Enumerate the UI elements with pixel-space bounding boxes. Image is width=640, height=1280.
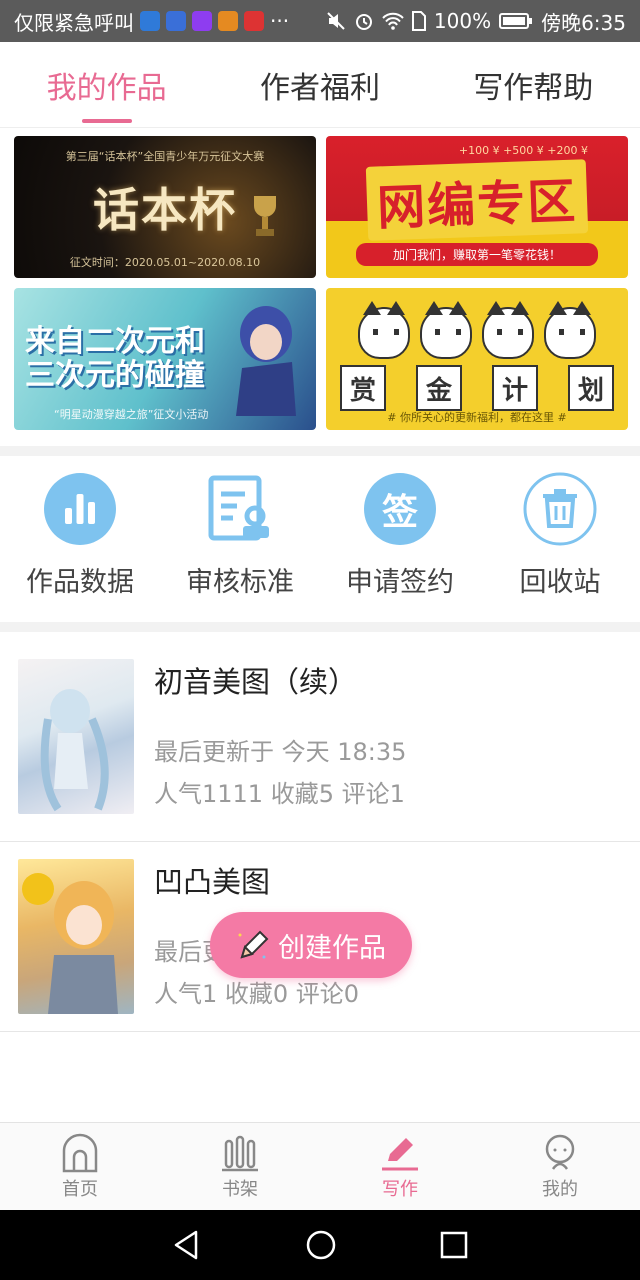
tab-label: 我的作品: [46, 70, 167, 106]
section-divider: [0, 622, 640, 632]
nav-label: 我的: [542, 1178, 578, 1200]
pen-icon: [382, 1137, 418, 1170]
banner-title: 话本杯: [93, 183, 237, 237]
banner-title-char: 金: [416, 365, 462, 411]
banner-title-chars: 赏 金 计 划: [340, 365, 614, 411]
more-notifications: ···: [270, 9, 290, 33]
pencil-icon: [238, 930, 269, 959]
alarm-icon: [354, 11, 374, 31]
work-stats: 人气1 收藏0 评论0: [154, 979, 360, 1008]
banner-subtitle: 第三届“话本杯”全国青少年万元征文大赛: [65, 150, 265, 163]
cat-illustrations: [358, 301, 596, 359]
system-navigation-bar: [0, 1210, 640, 1280]
app-screen: 仅限紧急呼叫 ··· 100% 傍晚6:35 我的作品 作者福利 写作帮助 第三…: [0, 0, 640, 1280]
entry-apply-contract[interactable]: 签 申请签约: [320, 456, 480, 622]
work-cover-image: [18, 859, 134, 1014]
banner-title: 网编专区: [365, 159, 589, 241]
work-title: 凹凸美图: [154, 864, 271, 899]
tab-writing-help[interactable]: 写作帮助: [427, 42, 640, 127]
trophy-icon: [254, 196, 276, 236]
nav-label: 首页: [62, 1178, 98, 1200]
cat-icon: [358, 301, 410, 359]
nav-label: 书架: [222, 1178, 258, 1200]
work-stats: 人气1111 收藏5 评论1: [154, 779, 405, 808]
home-icon: [62, 1133, 98, 1172]
bookshelf-icon: [222, 1135, 258, 1171]
status-bar: 仅限紧急呼叫 ··· 100% 傍晚6:35: [0, 0, 640, 42]
create-work-label: 创建作品: [278, 932, 386, 964]
battery-percent: 100%: [433, 9, 492, 33]
sign-icon: 签: [363, 472, 437, 546]
sim-icon: [411, 11, 426, 31]
active-tab-indicator: [81, 119, 132, 123]
entry-label: 回收站: [519, 567, 601, 598]
notification-app-icon: [140, 11, 160, 31]
back-icon[interactable]: [172, 1229, 202, 1261]
banner-title-char: 划: [568, 365, 614, 411]
video-app-icon: [192, 11, 212, 31]
banner-bounty-plan[interactable]: 赏 金 计 划 # 你所关心的更新福利，都在这里 #: [326, 288, 628, 430]
nav-write[interactable]: 写作: [320, 1123, 480, 1210]
wifi-icon: [382, 11, 404, 31]
banner-dimension-collision[interactable]: 来自二次元和三次元的碰撞 “明星动漫穿越之旅”征文小活动: [14, 288, 316, 430]
banner-footer: 征文时间：2020.05.01~2020.08.10: [69, 256, 261, 269]
banner-footer: # 你所关心的更新福利，都在这里 #: [387, 411, 567, 424]
banner-editor-zone[interactable]: +100 ¥ +500 ¥ +200 ¥ 网编专区 加门我们，赚取第一笔零花钱！: [326, 136, 628, 278]
banner-title-char: 赏: [340, 365, 386, 411]
nav-home[interactable]: 首页: [0, 1123, 160, 1210]
nav-profile[interactable]: 我的: [480, 1123, 640, 1210]
entry-work-data[interactable]: 作品数据: [0, 456, 160, 622]
work-item[interactable]: 初音美图（续） 最后更新于 今天 18:35 人气1111 收藏5 评论1: [0, 632, 640, 842]
top-tabs: 我的作品 作者福利 写作帮助: [0, 42, 640, 128]
section-divider: [0, 446, 640, 456]
banner-grid: 第三届“话本杯”全国青少年万元征文大赛 话本杯 征文时间：2020.05.01~…: [14, 136, 628, 430]
banner-huaben-cup[interactable]: 第三届“话本杯”全国青少年万元征文大赛 话本杯 征文时间：2020.05.01~…: [14, 136, 316, 278]
tab-label: 写作帮助: [473, 70, 594, 106]
trash-icon: [523, 472, 597, 546]
entry-recycle-bin[interactable]: 回收站: [480, 456, 640, 622]
clock: 傍晚6:35: [541, 10, 626, 35]
bar-chart-icon: [43, 472, 117, 546]
cat-icon: [544, 301, 596, 359]
battery-icon: [499, 12, 533, 30]
document-check-icon: [203, 472, 277, 546]
recents-icon[interactable]: [440, 1231, 468, 1259]
bottom-navigation: 首页 书架 写作 我的: [0, 1122, 640, 1210]
tab-my-works[interactable]: 我的作品: [0, 42, 213, 127]
home-circle-icon[interactable]: [305, 1229, 337, 1261]
banner-title-char: 计: [492, 365, 538, 411]
news-app-icon: [244, 11, 264, 31]
anime-character-illustration: [236, 306, 296, 416]
work-updated-time: 最后更新于 今天 18:35: [154, 737, 407, 766]
nav-label: 写作: [382, 1178, 418, 1200]
tab-author-benefits[interactable]: 作者福利: [213, 42, 426, 127]
carrier-text: 仅限紧急呼叫: [14, 10, 134, 35]
entry-label: 审核标准: [186, 567, 294, 598]
player-app-icon: [218, 11, 238, 31]
banner-title: 来自二次元和三次元的碰撞: [25, 324, 205, 393]
cat-icon: [482, 301, 534, 359]
profile-icon: [545, 1134, 575, 1170]
banner-tagline: 加门我们，赚取第一笔零花钱！: [356, 243, 598, 266]
work-cover-image: [18, 659, 134, 814]
baidu-app-icon: [166, 11, 186, 31]
mute-icon: [326, 11, 346, 31]
cat-icon: [420, 301, 472, 359]
entry-review-standards[interactable]: 审核标准: [160, 456, 320, 622]
entry-label: 作品数据: [26, 567, 134, 598]
create-work-button[interactable]: 创建作品: [210, 912, 412, 978]
work-title: 初音美图（续）: [154, 664, 358, 699]
quick-entries: 作品数据 审核标准 签 申请签约 回收站: [0, 456, 640, 622]
banner-reward-amounts: +100 ¥ +500 ¥ +200 ¥: [458, 144, 588, 157]
nav-bookshelf[interactable]: 书架: [160, 1123, 320, 1210]
entry-label: 申请签约: [346, 567, 454, 598]
tab-label: 作者福利: [259, 70, 380, 106]
sign-icon-text: 签: [381, 492, 418, 533]
